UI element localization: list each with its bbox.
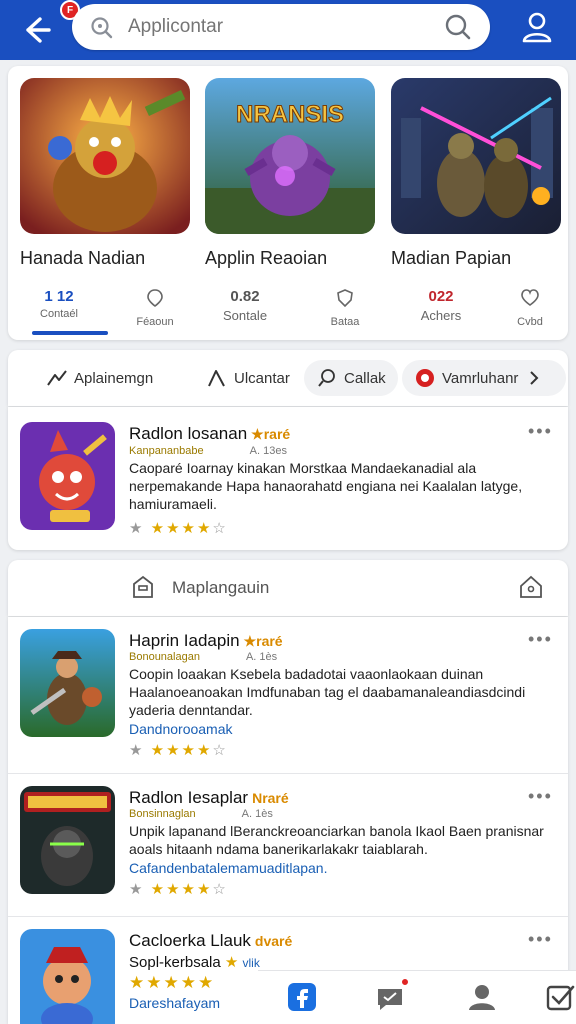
app-tag: ★raré	[243, 633, 283, 649]
active-tab-indicator	[32, 331, 108, 335]
filter-chip-label: Ulcantar	[234, 369, 290, 387]
app-tag: dvaré	[254, 933, 293, 949]
stat-value: 1 12	[44, 288, 74, 305]
stat-value: 0.82	[230, 288, 260, 305]
app-icon	[20, 629, 115, 737]
filter-chip-label: Callak	[344, 369, 386, 387]
stat-label: Sontale	[222, 308, 268, 323]
location-pin-icon	[147, 289, 163, 307]
star-rating: ★ ★★★★☆	[129, 520, 228, 537]
search-submit-icon[interactable]	[444, 13, 472, 41]
stat-value: 022	[428, 288, 454, 305]
app-title: Haprin Iadapin ★raré	[129, 631, 283, 650]
stat-item[interactable]: Bataa	[308, 288, 382, 328]
stat-item[interactable]: 0.82 Sontale	[208, 288, 282, 323]
app-title: Cacloerka Llauk dvaré	[129, 931, 293, 950]
featured-card: Hanada Nadian NRANSIS Applin Reaoian Mad…	[8, 66, 568, 340]
stat-label: Bataa	[330, 316, 360, 328]
filter-chip-callak[interactable]: Callak	[304, 360, 398, 396]
featured-image	[20, 78, 190, 234]
store-icon	[133, 575, 153, 598]
chevron-right-icon	[530, 371, 539, 385]
app-icon	[20, 786, 115, 894]
back-arrow-icon[interactable]	[18, 12, 54, 48]
stat-item[interactable]: 1 12 Contaél	[22, 288, 96, 320]
app-description: Unpik lapanand lBeranckreoanciarkan bano…	[129, 823, 544, 857]
app-title: Radlon losanan ★raré	[129, 424, 291, 443]
app-meta: Bonsinnaglan A. 1ès	[129, 808, 273, 820]
app-icon	[20, 422, 115, 530]
stat-label: Cvbd	[517, 316, 543, 328]
section-title: Maplangauin	[172, 578, 270, 597]
home-icon[interactable]	[518, 574, 544, 600]
search-input[interactable]	[128, 12, 428, 42]
filter-chip-label: Aplainemgn	[74, 369, 154, 387]
stat-item[interactable]: Féaoun	[118, 288, 192, 328]
featured-image: NRANSIS	[205, 78, 375, 234]
featured-title: Madian Papian	[391, 248, 512, 268]
search-bar[interactable]	[72, 4, 490, 50]
badge-icon: ★	[224, 954, 239, 971]
app-icon	[20, 929, 115, 1024]
star-rating: ★ ★★★★☆	[129, 742, 228, 759]
top-app-bar: F	[0, 0, 576, 60]
app-title: Radlon Iesaplar Nraré	[129, 788, 289, 807]
stat-item[interactable]: Cvbd	[493, 288, 567, 328]
featured-image	[391, 78, 561, 234]
message-badge	[400, 977, 410, 987]
heart-icon	[521, 289, 539, 306]
app-link[interactable]: Dareshafayam	[129, 995, 220, 1011]
app-link[interactable]: Dandnorooamak	[129, 721, 233, 737]
app-meta: Bonounalagan A. 1ès	[129, 651, 278, 663]
section-header: Maplangauin	[8, 560, 568, 616]
app-list-item[interactable]: Radlon Iesaplar Nraré ••• Bonsinnaglan A. …	[8, 774, 568, 916]
app-tag: ★raré	[251, 426, 291, 442]
app-description: Caoparé Ioarnay kinakan Morstkaa Mandaek…	[129, 460, 523, 512]
shield-icon	[337, 289, 353, 308]
featured-item[interactable]: Madian Papian	[391, 78, 561, 269]
app-description: Coopin loaakan Ksebela badadotai vaaonla…	[129, 666, 526, 718]
app-list-item[interactable]: Radlon losanan ★raré ••• Kanpananbabe A. 1…	[8, 407, 568, 550]
app-meta: Sopl-kerbsala ★ vlik	[129, 954, 260, 971]
app-list: Radlon losanan ★raré ••• Kanpananbabe A. 1…	[8, 407, 568, 550]
featured-image-text: NRANSIS	[236, 101, 344, 128]
stat-label: Contaél	[40, 308, 78, 320]
star-rating: ★ ★★★★☆	[129, 881, 228, 898]
more-options-icon[interactable]: •••	[528, 421, 553, 442]
more-options-icon[interactable]: •••	[528, 786, 553, 807]
stat-label: Achers	[420, 308, 462, 323]
chart-icon	[208, 370, 225, 387]
profile-icon[interactable]	[466, 981, 498, 1013]
filter-chip-label: Vamrluhanr	[442, 369, 519, 387]
more-options-icon[interactable]: •••	[528, 629, 553, 650]
stat-label: Féaoun	[136, 316, 174, 328]
app-list: Haprin Iadapin ★raré ••• Bonounalagan A. 1…	[8, 617, 568, 1024]
app-tag: Nraré	[252, 790, 289, 806]
user-profile-icon[interactable]	[520, 10, 554, 44]
featured-item[interactable]: Hanada Nadian	[20, 78, 190, 269]
featured-title: Hanada Nadian	[20, 248, 146, 268]
app-link[interactable]: Cafandenbatalemamuaditlapan.	[129, 860, 327, 876]
star-rating: ★★★★★	[129, 973, 216, 992]
search-icon	[91, 17, 113, 39]
bottom-navigation	[258, 970, 576, 1024]
app-store-icon[interactable]	[286, 981, 318, 1013]
featured-item[interactable]: NRANSIS Applin Reaoian	[205, 78, 375, 269]
filter-chip-ulcantar[interactable]: Ulcantar	[194, 360, 302, 396]
app-list-item[interactable]: Haprin Iadapin ★raré ••• Bonounalagan A. 1…	[8, 617, 568, 773]
search-icon	[318, 369, 335, 387]
trend-icon	[47, 370, 67, 386]
stat-item[interactable]: 022 Achers	[404, 288, 478, 323]
filter-chip-vamrluhanr[interactable]: Vamrluhanr	[402, 360, 566, 396]
app-meta: Kanpananbabe A. 13es	[129, 445, 287, 457]
filter-chip-trending[interactable]: Aplainemgn	[34, 360, 165, 396]
featured-title: Applin Reaoian	[205, 248, 328, 268]
alert-icon	[416, 369, 434, 387]
filter-bar: Aplainemgn Ulcantar Callak Vamrluhanr	[8, 350, 568, 406]
more-options-icon[interactable]: •••	[528, 929, 553, 950]
tasks-icon[interactable]	[544, 981, 576, 1013]
